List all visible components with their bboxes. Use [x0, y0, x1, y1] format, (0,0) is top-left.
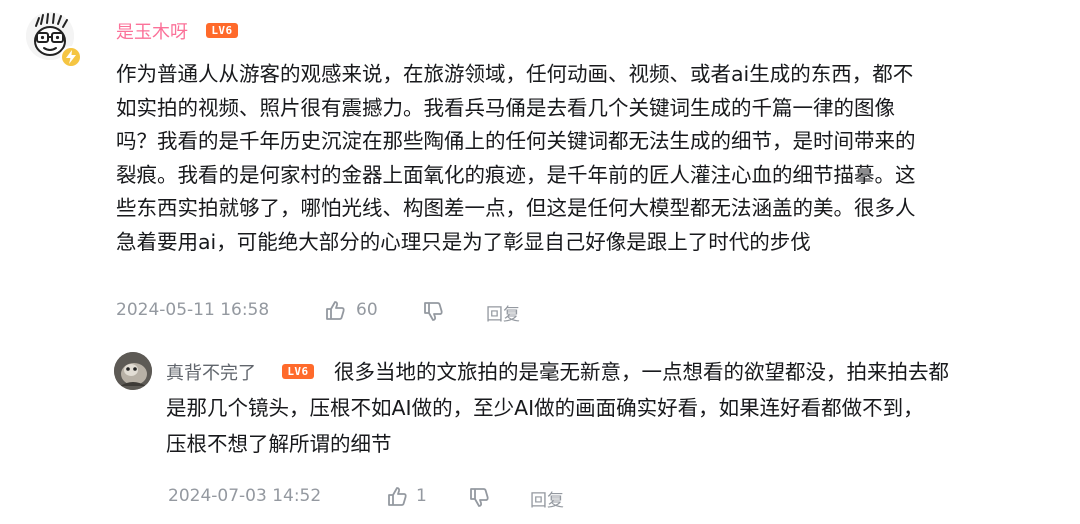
thumbs-down-icon[interactable]	[468, 487, 490, 514]
timestamp: 2024-05-11 16:58	[116, 300, 270, 320]
reply-button[interactable]: 回复	[530, 486, 564, 511]
thumbs-up-icon[interactable]	[324, 299, 346, 326]
reply-text: 很多当地的文旅拍的是毫无新意，一点想看的欲望都没，拍来拍去都 是那几个镜头，压根…	[166, 354, 1056, 462]
like-count: 60	[356, 300, 378, 320]
comment-line: 急着要用ai，可能绝大部分的心理只是为了彰显自己好像是跟上了时代的步伐	[116, 229, 811, 254]
comment-line: 作为普通人从游客的观感来说，在旅游领域，任何动画、视频、或者ai生成的东西，都不	[116, 62, 914, 86]
level-badge: LV6	[206, 23, 238, 38]
avatar[interactable]	[114, 352, 152, 390]
comment-username[interactable]: 是玉木呀	[116, 18, 188, 44]
reply-line: 很多当地的文旅拍的是毫无新意，一点想看的欲望都没，拍来拍去都	[334, 360, 949, 384]
reply-line: 压根不想了解所谓的细节	[166, 432, 392, 456]
thumbs-up-icon[interactable]	[386, 485, 408, 512]
comment-line: 如实拍的视频、照片很有震撼力。我看兵马俑是去看几个关键词生成的千篇一律的图像	[116, 95, 895, 120]
reply-line: 是那几个镜头，压根不如AI做的，至少AI做的画面确实好看，如果连好看都做不到，	[166, 396, 924, 420]
comment-line: 吗？我看的是千年历史沉淀在那些陶俑上的任何关键词都无法生成的细节，是时间带来的	[116, 129, 916, 153]
timestamp: 2024-07-03 14:52	[168, 486, 322, 506]
comment-line: 裂痕。我看的是何家村的金器上面氧化的痕迹，是千年前的匠人灌注心血的细节描摹。这	[116, 162, 916, 187]
avatar-photo-icon	[114, 352, 152, 390]
comment-text: 作为普通人从游客的观感来说，在旅游领域，任何动画、视频、或者ai生成的东西，都不…	[116, 58, 1052, 259]
vip-lightning-icon	[60, 46, 82, 68]
comment-line: 些东西实拍就够了，哪怕光线、构图差一点，但这是任何大模型都无法涵盖的美。很多人	[116, 196, 916, 220]
like-count: 1	[416, 486, 427, 506]
thumbs-down-icon[interactable]	[422, 301, 444, 328]
reply-button[interactable]: 回复	[486, 300, 520, 325]
